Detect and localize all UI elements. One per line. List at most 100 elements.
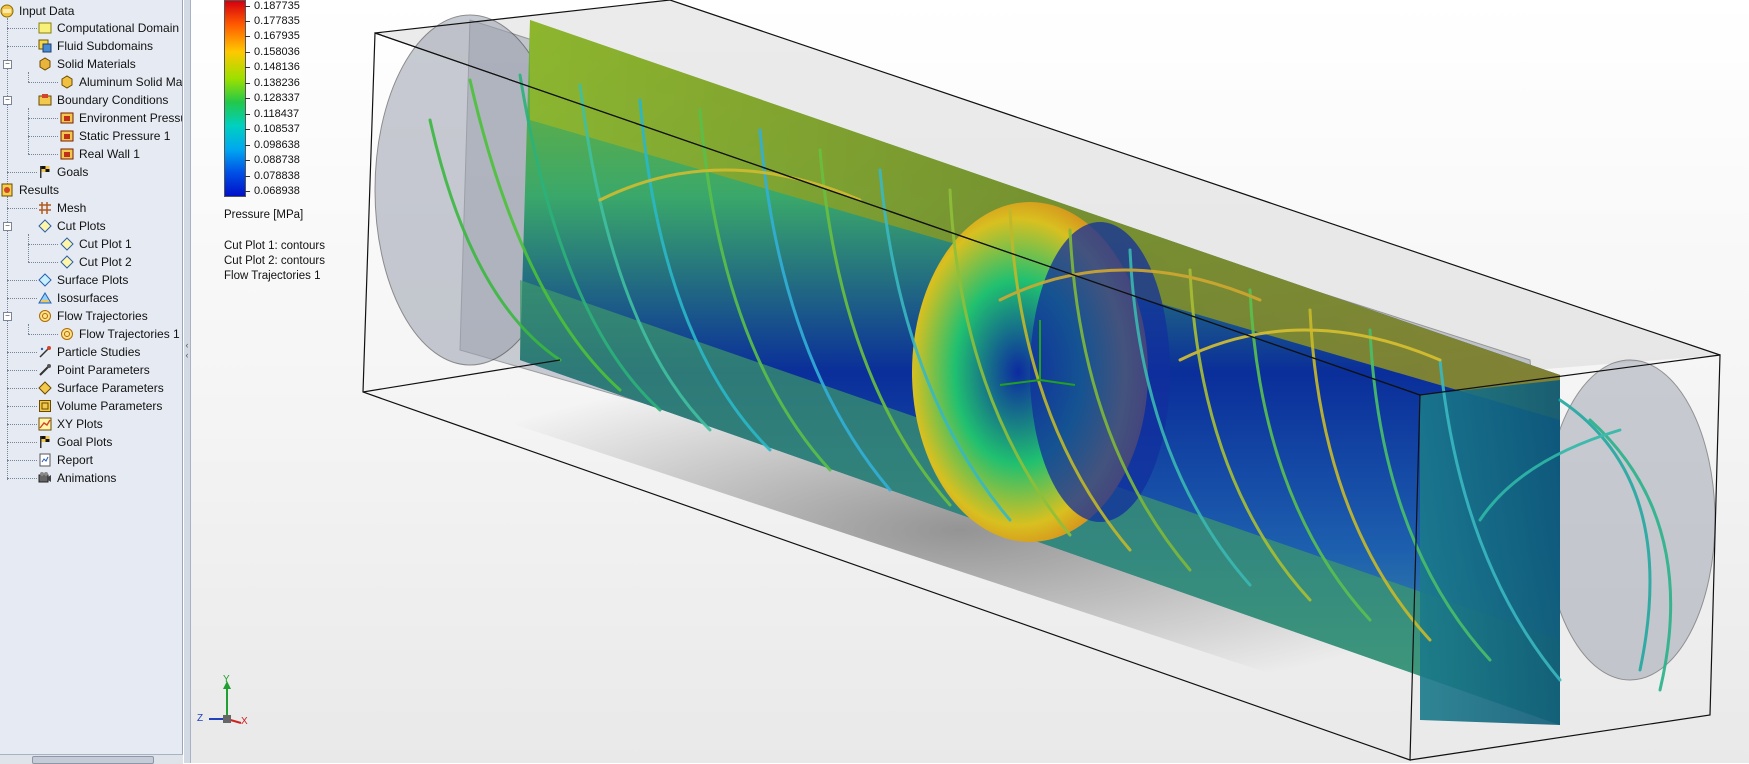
- triad-x-label: X: [241, 716, 248, 727]
- tree-item-label: Goals: [57, 165, 89, 179]
- triad-origin: [223, 715, 231, 723]
- tree-connector: [7, 388, 37, 389]
- tree-item-isosurfaces[interactable]: Isosurfaces: [38, 289, 118, 307]
- tree-item-static-pressure-1[interactable]: Static Pressure 1: [60, 127, 170, 145]
- tree-item-point-parameters[interactable]: Point Parameters: [38, 361, 150, 379]
- legend-value: 0.158036: [254, 46, 300, 58]
- tree-item-label: Boundary Conditions: [57, 93, 169, 107]
- legend-title: Pressure [MPa]: [224, 209, 304, 221]
- collapse-toggle[interactable]: −: [3, 222, 12, 231]
- tree-connector: [28, 324, 29, 334]
- tree-connector: [28, 72, 29, 82]
- tree-connector: [28, 234, 29, 262]
- tree-item-label: Surface Parameters: [57, 381, 164, 395]
- cut-plots-icon: [38, 219, 52, 233]
- flow-trajectory-icon: [60, 327, 74, 341]
- tree-item-label: Static Pressure 1: [79, 129, 171, 143]
- panel-splitter[interactable]: [184, 0, 191, 763]
- xy-plots-icon: [38, 417, 52, 431]
- tree-item-surface-parameters[interactable]: Surface Parameters: [38, 379, 164, 397]
- tree-connector: [7, 46, 37, 47]
- plot-list-item: Cut Plot 2: contours: [224, 255, 325, 267]
- tree-item-cut-plot-1[interactable]: Cut Plot 1: [60, 235, 132, 253]
- legend-tick: [245, 67, 250, 68]
- tree-connector: [28, 262, 58, 263]
- tree-item-animations[interactable]: Animations: [38, 469, 116, 487]
- tree-item-goals[interactable]: Goals: [38, 163, 88, 181]
- tree-item-flow-trajectories[interactable]: Flow Trajectories: [38, 307, 148, 325]
- tree-item-computational-domain[interactable]: Computational Domain: [38, 19, 179, 37]
- tree-connector: [7, 172, 37, 173]
- solid-materials-icon: [38, 57, 52, 71]
- cut-plot-icon: [60, 237, 74, 251]
- particle-studies-icon: [38, 345, 52, 359]
- tree-item-label: Flow Trajectories: [57, 309, 148, 323]
- legend-tick: [245, 83, 250, 84]
- tree-item-report[interactable]: Report: [38, 451, 93, 469]
- tree-item-label: Mesh: [57, 201, 87, 215]
- legend-tick: [245, 129, 250, 130]
- legend-value: 0.167935: [254, 30, 300, 42]
- tree-item-label: Animations: [57, 471, 117, 485]
- report-icon: [38, 453, 52, 467]
- collapse-toggle[interactable]: −: [3, 60, 12, 69]
- tree-item-label: Fluid Subdomains: [57, 39, 154, 53]
- tree-item-surface-plots[interactable]: Surface Plots: [38, 271, 128, 289]
- boundary-condition-icon: [60, 147, 74, 161]
- legend-tick: [245, 98, 250, 99]
- collapse-toggle[interactable]: −: [3, 96, 12, 105]
- legend-tick: [245, 21, 250, 22]
- tree-item-particle-studies[interactable]: Particle Studies: [38, 343, 140, 361]
- tree-item-label: Flow Trajectories 1: [79, 327, 180, 341]
- surface-parameters-icon: [38, 381, 52, 395]
- tree-item-boundary-conditions[interactable]: Boundary Conditions: [38, 91, 168, 109]
- legend-tick: [245, 160, 250, 161]
- tree-connector: [7, 196, 8, 480]
- legend-value: 0.118437: [254, 108, 300, 120]
- collapse-toggle[interactable]: −: [3, 312, 12, 321]
- legend-tick: [245, 36, 250, 37]
- cut-plot-right-end: [1420, 380, 1560, 725]
- tree-item-solid-materials[interactable]: Solid Materials: [38, 55, 136, 73]
- results-icon: [0, 183, 14, 197]
- tree-item-label: Cut Plot 1: [79, 237, 132, 251]
- triad-y-label: Y: [223, 674, 230, 685]
- tree-item-mesh[interactable]: Mesh: [38, 199, 86, 217]
- tree-item-results[interactable]: Results: [0, 181, 59, 199]
- point-parameters-icon: [38, 363, 52, 377]
- tree-item-flow-trajectories-1[interactable]: Flow Trajectories 1: [60, 325, 180, 343]
- tree-connector: [7, 280, 37, 281]
- tree-item-environment-pressure-1[interactable]: Environment Pressure 1: [60, 109, 182, 127]
- legend-tick: [245, 191, 250, 192]
- tree-item-cut-plots[interactable]: Cut Plots: [38, 217, 106, 235]
- legend-value: 0.148136: [254, 61, 300, 73]
- tree-item-label: Cut Plot 2: [79, 255, 132, 269]
- tree-connector: [28, 82, 58, 83]
- legend-tick: [245, 6, 250, 7]
- cut-plot-icon: [60, 255, 74, 269]
- tree-connector: [7, 370, 37, 371]
- tree-item-cut-plot-2[interactable]: Cut Plot 2: [60, 253, 132, 271]
- tree-item-label: XY Plots: [57, 417, 103, 431]
- boundary-condition-icon: [60, 111, 74, 125]
- boundary-condition-icon: [60, 129, 74, 143]
- tree-connector: [7, 406, 37, 407]
- tree-item-input-data[interactable]: Input Data: [0, 2, 74, 20]
- collapse-panel-icon[interactable]: ‹ ‹: [184, 340, 190, 370]
- tree-connector: [28, 118, 58, 119]
- tree-item-xy-plots[interactable]: XY Plots: [38, 415, 103, 433]
- boundary-conditions-icon: [38, 93, 52, 107]
- tree-item-fluid-subdomains[interactable]: Fluid Subdomains: [38, 37, 153, 55]
- tree-item-aluminum-solid-material[interactable]: Aluminum Solid Mater: [60, 73, 182, 91]
- tree-item-real-wall-1[interactable]: Real Wall 1: [60, 145, 140, 163]
- graphics-viewport[interactable]: [191, 0, 1749, 763]
- tree-connector: [7, 442, 37, 443]
- tree-item-goal-plots[interactable]: Goal Plots: [38, 433, 112, 451]
- tree-connector: [28, 108, 29, 154]
- tree-item-volume-parameters[interactable]: Volume Parameters: [38, 397, 162, 415]
- tree-item-label: Particle Studies: [57, 345, 141, 359]
- tree-item-label: Solid Materials: [57, 57, 136, 71]
- legend-value: 0.177835: [254, 15, 300, 27]
- tree-connector: [7, 298, 37, 299]
- legend-value: 0.128337: [254, 92, 300, 104]
